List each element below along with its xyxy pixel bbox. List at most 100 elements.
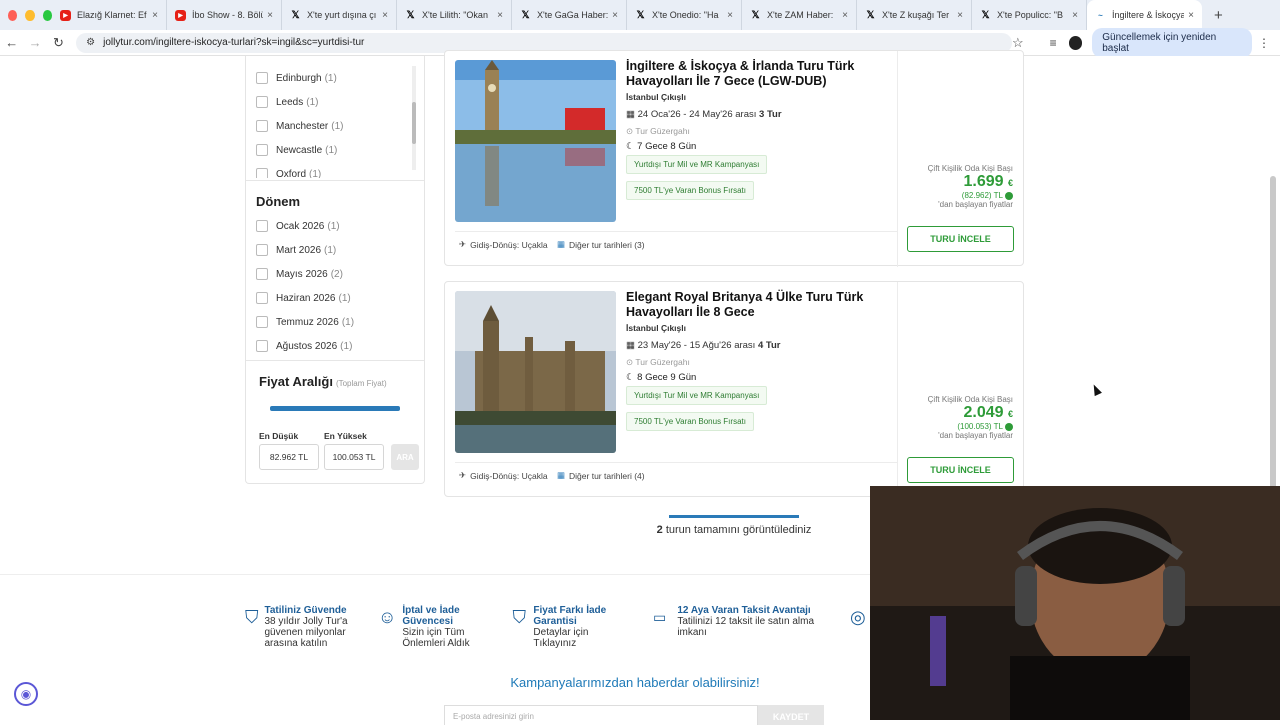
checkbox[interactable] — [256, 220, 268, 232]
browser-tab[interactable]: 𝕏 X'te Lilith: "Okan × — [397, 0, 512, 30]
reload-icon[interactable]: ↻ — [47, 35, 70, 51]
browser-tab[interactable]: 𝕏 X'te Populicc: "B × — [972, 0, 1087, 30]
minimize-window-button[interactable] — [25, 9, 35, 21]
period-filter-item[interactable]: Mart 2026 (1) — [256, 238, 416, 262]
x-icon: 𝕏 — [636, 9, 645, 21]
campaign-badge[interactable]: Yurtdışı Tur Mil ve MR Kampanyası — [626, 386, 768, 405]
trust-item[interactable]: ⛉ Fiyat Farkı İade Garantisi Detaylar içi… — [511, 605, 631, 649]
tour-title[interactable]: Elegant Royal Britanya 4 Ülke Turu Türk … — [626, 290, 896, 320]
tour-route-link[interactable]: ⊙ Tur Güzergahı — [626, 126, 690, 137]
other-dates-link[interactable]: ▦ Diğer tur tarihleri (3) — [557, 239, 645, 250]
browser-tab[interactable]: ▶ Elazığ Klarnet: Ef × — [52, 0, 167, 30]
city-filter-list[interactable]: Edinburgh (1) Leeds (1) Manchester (1) Newcast… — [256, 66, 416, 178]
city-list-scrollbar[interactable] — [412, 66, 416, 170]
close-tab-icon[interactable]: × — [957, 10, 963, 21]
period-filter-item[interactable]: Haziran 2026 (1) — [256, 286, 416, 310]
browser-tab[interactable]: 𝕏 X'te yurt dışına çı × — [282, 0, 397, 30]
tour-title[interactable]: İngiltere & İskoçya & İrlanda Turu Türk … — [626, 59, 896, 89]
close-window-button[interactable] — [8, 9, 18, 21]
period-filter-item[interactable]: Ocak 2026 (1) — [256, 214, 416, 238]
bonus-badge[interactable]: 7500 TL'ye Varan Bonus Fırsatı — [626, 181, 754, 200]
tour-dates: ▦ 23 May'26 - 15 Ağu'26 arası 4 Tur — [626, 340, 781, 351]
browser-tab[interactable]: ▶ İbo Show - 8. Bölü × — [167, 0, 282, 30]
media-control-icon[interactable]: ≡ — [1050, 36, 1057, 50]
jollytur-icon: ~ — [1098, 10, 1103, 20]
checkbox[interactable] — [256, 96, 268, 108]
checkbox[interactable] — [256, 340, 268, 352]
browser-menu-icon[interactable]: ⋮ — [1258, 36, 1270, 50]
bookmark-star-icon[interactable]: ☆ — [1012, 35, 1024, 51]
price-eur: 2.049 € — [963, 404, 1013, 421]
close-tab-icon[interactable]: × — [842, 10, 848, 21]
page-scrollbar[interactable] — [1270, 176, 1276, 516]
browser-tab[interactable]: 𝕏 X'te GaGa Haber: × — [512, 0, 627, 30]
browser-tab[interactable]: 𝕏 X'te ZAM Haber: × — [742, 0, 857, 30]
close-tab-icon[interactable]: × — [1072, 10, 1078, 21]
browser-tab[interactable]: 𝕏 X'te Z kuşağı Ter × — [857, 0, 972, 30]
trust-item[interactable]: ⛉ Tatiliniz Güvende 38 yıldır Jolly Tur'a… — [245, 605, 365, 649]
newsletter-save-button[interactable]: KAYDET — [758, 705, 824, 725]
price-search-button[interactable]: ARA — [391, 444, 419, 470]
info-icon[interactable] — [1005, 422, 1013, 431]
close-tab-icon[interactable]: × — [727, 10, 733, 21]
plane-icon: ✈ — [459, 239, 467, 249]
site-settings-icon[interactable]: ⚙ — [86, 37, 95, 48]
price-range-slider[interactable] — [270, 406, 400, 411]
profile-avatar[interactable] — [1068, 35, 1083, 50]
checkbox[interactable] — [256, 168, 268, 178]
trust-item[interactable]: ▭ 12 Aya Varan Taksit Avantajı Tatilinizi… — [648, 605, 818, 638]
city-filter-item[interactable]: Newcastle (1) — [256, 138, 416, 162]
tour-image[interactable] — [455, 60, 616, 222]
checkbox[interactable] — [256, 120, 268, 132]
trust-item[interactable]: ☺ İptal ve İade Güvencesi Sizin için Tüm … — [378, 605, 498, 649]
checkbox[interactable] — [256, 244, 268, 256]
newsletter-email-input[interactable]: E-posta adresinizi girin — [444, 705, 758, 725]
filter-label: Temmuz 2026 — [276, 316, 339, 328]
close-tab-icon[interactable]: × — [1188, 10, 1194, 21]
checkbox[interactable] — [256, 268, 268, 280]
close-tab-icon[interactable]: × — [612, 10, 618, 21]
forward-icon[interactable]: → — [23, 35, 46, 50]
update-restart-button[interactable]: Güncellemek için yeniden başlat — [1092, 27, 1253, 58]
filter-count: (1) — [306, 96, 319, 108]
per-person-label: Çift Kişilik Oda Kişi Başı — [927, 164, 1013, 173]
browser-tab[interactable]: ~ İngiltere & İskoçya × — [1087, 0, 1202, 30]
view-tour-button[interactable]: TURU İNCELE — [907, 226, 1014, 252]
close-tab-icon[interactable]: × — [267, 10, 273, 21]
browser-tab[interactable]: 𝕏 X'te Onedio: "Ha × — [627, 0, 742, 30]
period-filter-item[interactable]: Temmuz 2026 (1) — [256, 310, 416, 334]
new-tab-button[interactable]: + — [1214, 7, 1223, 24]
city-filter-item[interactable]: Oxford (1) — [256, 162, 416, 178]
checkbox[interactable] — [256, 316, 268, 328]
moon-icon: ☾ — [626, 141, 638, 152]
min-price-input[interactable]: 82.962 TL — [259, 444, 319, 470]
info-icon[interactable] — [1005, 191, 1013, 200]
back-icon[interactable]: ← — [0, 35, 23, 50]
assistant-icon[interactable]: ◉ — [14, 682, 38, 706]
maximize-window-button[interactable] — [42, 9, 52, 21]
filter-label: Leeds — [276, 96, 304, 108]
checkbox[interactable] — [256, 144, 268, 156]
city-filter-item[interactable]: Manchester (1) — [256, 114, 416, 138]
shield-icon: ⛉ — [245, 607, 259, 627]
tour-route-link[interactable]: ⊙ Tur Güzergahı — [626, 357, 690, 368]
checkbox[interactable] — [256, 292, 268, 304]
tab-title: X'te yurt dışına çı — [307, 10, 377, 20]
tour-image[interactable] — [455, 291, 616, 453]
tab-title: X'te Onedio: "Ha — [652, 10, 719, 20]
bonus-badge[interactable]: 7500 TL'ye Varan Bonus Fırsatı — [626, 412, 754, 431]
view-tour-button[interactable]: TURU İNCELE — [907, 457, 1014, 483]
close-tab-icon[interactable]: × — [382, 10, 388, 21]
city-filter-item[interactable]: Edinburgh (1) — [256, 66, 416, 90]
period-filter-item[interactable]: Ağustos 2026 (1) — [256, 334, 416, 358]
period-filter-item[interactable]: Mayıs 2026 (2) — [256, 262, 416, 286]
close-tab-icon[interactable]: × — [152, 10, 158, 21]
close-tab-icon[interactable]: × — [497, 10, 503, 21]
city-filter-item[interactable]: Leeds (1) — [256, 90, 416, 114]
max-price-input[interactable]: 100.053 TL — [324, 444, 384, 470]
checkbox[interactable] — [256, 72, 268, 84]
support-icon-item[interactable]: ◎ — [850, 605, 870, 629]
period-filter-list: Ocak 2026 (1) Mart 2026 (1) Mayıs 2026 (2) Haz… — [256, 214, 416, 358]
other-dates-link[interactable]: ▦ Diğer tur tarihleri (4) — [557, 470, 645, 481]
campaign-badge[interactable]: Yurtdışı Tur Mil ve MR Kampanyası — [626, 155, 768, 174]
